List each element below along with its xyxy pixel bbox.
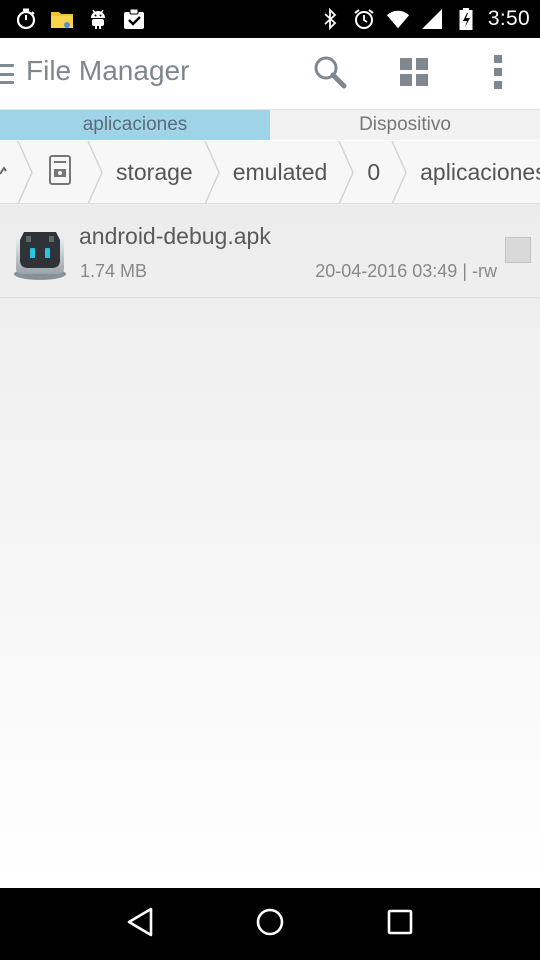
back-icon: [126, 907, 154, 941]
folder-icon: [50, 7, 74, 31]
app-title[interactable]: File Manager: [26, 55, 189, 87]
breadcrumb-item-0[interactable]: 0: [357, 159, 388, 186]
file-list: android-debug.apk 1.74 MB 20-04-2016 03:…: [0, 204, 540, 888]
overflow-menu-icon: [493, 55, 503, 93]
breadcrumb-device[interactable]: [36, 141, 84, 203]
breadcrumb-up[interactable]: [0, 141, 14, 203]
alarm-icon: [352, 7, 376, 31]
app-bar: File Manager: [0, 38, 540, 110]
tab-dispositivo[interactable]: Dispositivo: [270, 110, 540, 140]
screen: 3:50 File Manager aplicaciones Dispositi…: [0, 0, 540, 960]
home-icon: [255, 907, 285, 941]
status-bar: 3:50: [0, 0, 540, 38]
status-notifications: [14, 7, 146, 31]
status-system: 3:50: [318, 7, 530, 31]
tab-bar: aplicaciones Dispositivo: [0, 110, 540, 140]
file-name: android-debug.apk: [79, 223, 271, 249]
breadcrumb-separator-icon: [335, 141, 357, 203]
breadcrumb-item-emulated[interactable]: emulated: [223, 159, 336, 186]
android-icon: [86, 7, 110, 31]
file-select-checkbox[interactable]: [505, 237, 531, 263]
grid-view-icon: [400, 58, 428, 90]
status-time: 3:50: [487, 7, 530, 30]
search-button[interactable]: [308, 52, 352, 96]
search-icon: [312, 54, 348, 94]
apk-app-icon: [10, 222, 70, 282]
stopwatch-icon: [14, 7, 38, 31]
recents-icon: [387, 909, 413, 939]
breadcrumb-separator-icon: [388, 141, 410, 203]
grid-view-button[interactable]: [392, 52, 436, 96]
home-button[interactable]: [240, 894, 300, 954]
signal-icon: [420, 7, 444, 31]
hamburger-menu-icon[interactable]: [0, 64, 14, 84]
clipboard-check-icon: [122, 7, 146, 31]
battery-icon: [454, 7, 478, 31]
overflow-menu-button[interactable]: [476, 52, 520, 96]
breadcrumb-separator-icon: [14, 141, 36, 203]
up-arrow-icon: [0, 162, 10, 182]
breadcrumb-item-aplicaciones[interactable]: aplicaciones: [410, 159, 540, 186]
breadcrumb-separator-icon: [84, 141, 106, 203]
file-size: 1.74 MB: [80, 261, 148, 281]
wifi-icon: [386, 7, 410, 31]
file-row[interactable]: android-debug.apk 1.74 MB 20-04-2016 03:…: [0, 204, 540, 298]
bluetooth-icon: [318, 7, 342, 31]
breadcrumb-separator-icon: [201, 141, 223, 203]
recents-button[interactable]: [370, 894, 430, 954]
tab-aplicaciones[interactable]: aplicaciones: [0, 110, 270, 140]
navigation-bar: [0, 888, 540, 960]
breadcrumb: storage emulated 0 aplicaciones: [0, 141, 540, 204]
storage-device-icon: [49, 155, 71, 189]
back-button[interactable]: [110, 894, 170, 954]
breadcrumb-item-storage[interactable]: storage: [106, 159, 201, 186]
file-meta: 20-04-2016 03:49 | -rw: [315, 261, 497, 281]
